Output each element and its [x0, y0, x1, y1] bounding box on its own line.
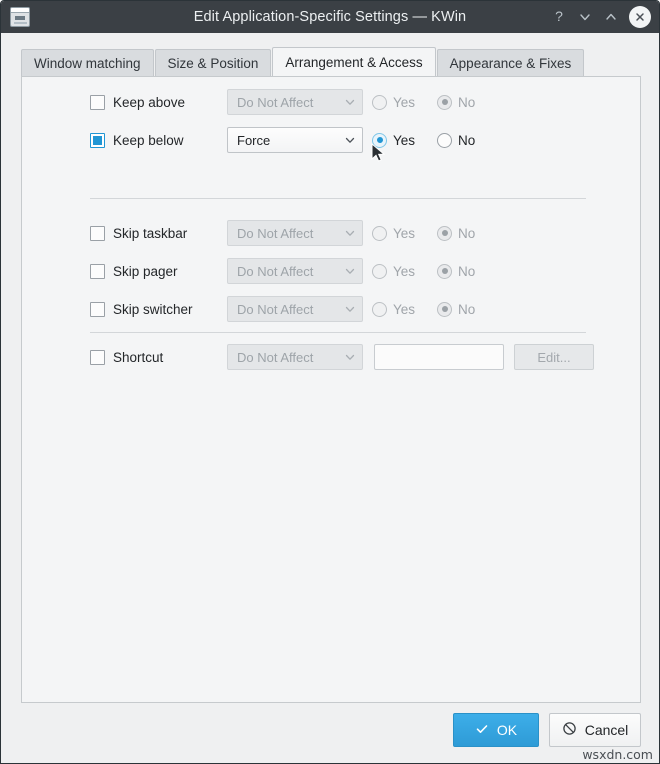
skip-pager-label: Skip pager [113, 263, 178, 279]
cancel-button-label: Cancel [584, 722, 629, 738]
help-icon[interactable]: ? [547, 5, 571, 29]
settings-panel: Keep above Do Not Affect Yes No Keep bel… [21, 76, 641, 703]
skip-switcher-label: Skip switcher [113, 301, 193, 317]
separator-top [90, 198, 586, 199]
keep-above-no-label: No [458, 94, 476, 110]
skip-pager-checkbox[interactable] [90, 263, 105, 279]
ok-button[interactable]: OK [453, 713, 539, 747]
skip-switcher-radio-no[interactable]: No [437, 301, 476, 317]
skip-taskbar-label: Skip taskbar [113, 225, 188, 241]
skip-taskbar-combo[interactable]: Do Not Affect [227, 220, 363, 246]
keep-below-radio-yes[interactable]: Yes [372, 132, 416, 148]
skip-taskbar-radio-no[interactable]: No [437, 225, 476, 241]
keep-below-yes-label: Yes [393, 132, 416, 148]
skip-taskbar-radio-group: Yes No [372, 225, 497, 241]
shortcut-combo-value: Do Not Affect [237, 349, 314, 365]
cancel-circle-slash-icon [562, 721, 577, 739]
row-keep-below: Keep below Force Yes No [22, 127, 640, 153]
chevron-down-icon [344, 303, 356, 315]
skip-switcher-yes-label: Yes [393, 301, 416, 317]
chevron-down-icon[interactable] [573, 5, 597, 29]
keep-above-combo[interactable]: Do Not Affect [227, 89, 363, 115]
row-skip-taskbar: Skip taskbar Do Not Affect Yes No [22, 220, 640, 246]
keep-below-checkbox-wrap[interactable]: Keep below [90, 132, 184, 148]
chevron-down-icon [344, 351, 356, 363]
shortcut-input[interactable] [374, 344, 504, 370]
skip-switcher-combo[interactable]: Do Not Affect [227, 296, 363, 322]
chevron-down-icon [344, 96, 356, 108]
skip-taskbar-checkbox-wrap[interactable]: Skip taskbar [90, 225, 188, 241]
skip-pager-radio-yes[interactable]: Yes [372, 263, 416, 279]
skip-pager-radio-no[interactable]: No [437, 263, 476, 279]
skip-pager-no-label: No [458, 263, 476, 279]
tab-size-position[interactable]: Size & Position [154, 49, 272, 77]
skip-pager-yes-label: Yes [393, 263, 416, 279]
cancel-button[interactable]: Cancel [549, 713, 641, 747]
skip-switcher-combo-value: Do Not Affect [237, 301, 314, 317]
keep-below-label: Keep below [113, 132, 184, 148]
dialog-window: Edit Application-Specific Settings — KWi… [0, 0, 660, 764]
skip-switcher-radio-yes[interactable]: Yes [372, 301, 416, 317]
shortcut-label: Shortcut [113, 349, 164, 365]
tab-arrangement-access[interactable]: Arrangement & Access [272, 47, 436, 77]
row-skip-pager: Skip pager Do Not Affect Yes No [22, 258, 640, 284]
keep-below-radio-no[interactable]: No [437, 132, 476, 148]
close-icon[interactable] [629, 6, 651, 28]
check-icon [475, 722, 489, 739]
keep-above-yes-label: Yes [393, 94, 416, 110]
keep-below-radio-group: Yes No [372, 132, 497, 148]
tab-bar: Window matching Size & Position Arrangem… [21, 47, 585, 77]
skip-taskbar-no-label: No [458, 225, 476, 241]
ok-button-label: OK [496, 722, 518, 738]
keep-below-no-label: No [458, 132, 476, 148]
skip-taskbar-checkbox[interactable] [90, 225, 105, 241]
row-skip-switcher: Skip switcher Do Not Affect Yes No [22, 296, 640, 322]
chevron-down-icon [344, 227, 356, 239]
row-shortcut: Shortcut Do Not Affect Edit... [22, 344, 640, 370]
skip-taskbar-yes-label: Yes [393, 225, 416, 241]
skip-switcher-no-label: No [458, 301, 476, 317]
tab-appearance-fixes[interactable]: Appearance & Fixes [436, 49, 585, 77]
chevron-down-icon [344, 265, 356, 277]
skip-switcher-checkbox-wrap[interactable]: Skip switcher [90, 301, 193, 317]
skip-switcher-checkbox[interactable] [90, 301, 105, 317]
keep-above-checkbox[interactable] [90, 94, 105, 110]
keep-above-checkbox-wrap[interactable]: Keep above [90, 94, 186, 110]
skip-pager-checkbox-wrap[interactable]: Skip pager [90, 263, 178, 279]
keep-above-radio-group: Yes No [372, 94, 497, 110]
keep-above-radio-no[interactable]: No [437, 94, 476, 110]
skip-taskbar-combo-value: Do Not Affect [237, 225, 314, 241]
skip-switcher-radio-group: Yes No [372, 301, 497, 317]
dialog-buttons: OK Cancel [453, 713, 641, 747]
window-settings-icon [10, 7, 30, 27]
chevron-down-icon [344, 134, 356, 146]
row-keep-above: Keep above Do Not Affect Yes No [22, 89, 640, 115]
separator-bottom [90, 332, 586, 333]
keep-above-label: Keep above [113, 94, 186, 110]
keep-below-checkbox[interactable] [90, 132, 105, 148]
tab-window-matching[interactable]: Window matching [21, 49, 154, 77]
skip-taskbar-radio-yes[interactable]: Yes [372, 225, 416, 241]
skip-pager-radio-group: Yes No [372, 263, 497, 279]
titlebar[interactable]: Edit Application-Specific Settings — KWi… [1, 1, 659, 33]
keep-above-combo-value: Do Not Affect [237, 94, 314, 110]
titlebar-buttons: ? [547, 1, 651, 33]
shortcut-checkbox-wrap[interactable]: Shortcut [90, 349, 164, 365]
skip-pager-combo-value: Do Not Affect [237, 263, 314, 279]
shortcut-checkbox[interactable] [90, 349, 105, 365]
keep-below-combo-value: Force [237, 132, 271, 148]
shortcut-combo[interactable]: Do Not Affect [227, 344, 363, 370]
keep-below-combo[interactable]: Force [227, 127, 363, 153]
shortcut-edit-button[interactable]: Edit... [514, 344, 594, 370]
skip-pager-combo[interactable]: Do Not Affect [227, 258, 363, 284]
svg-text:?: ? [555, 9, 563, 24]
keep-above-radio-yes[interactable]: Yes [372, 94, 416, 110]
chevron-up-icon[interactable] [599, 5, 623, 29]
watermark: wsxdn.com [582, 747, 653, 762]
